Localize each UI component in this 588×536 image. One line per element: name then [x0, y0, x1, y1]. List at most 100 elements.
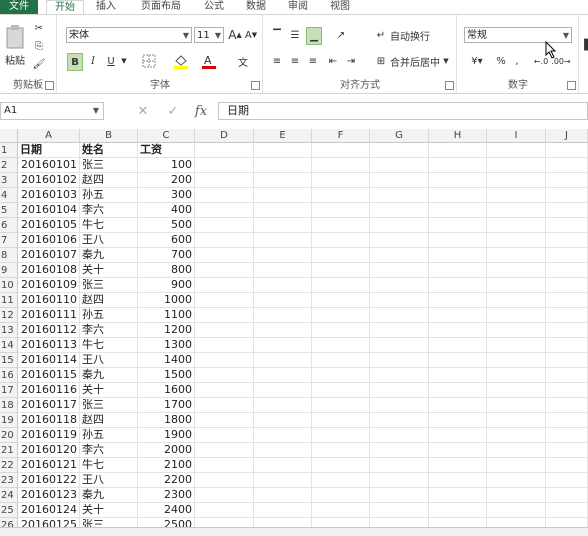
row-header[interactable]: 8	[0, 248, 18, 263]
empty-cell[interactable]	[195, 188, 254, 203]
empty-cell[interactable]	[195, 218, 254, 233]
empty-cell[interactable]	[254, 173, 312, 188]
empty-cell[interactable]	[312, 218, 370, 233]
empty-cell[interactable]	[429, 188, 487, 203]
empty-cell[interactable]	[429, 338, 487, 353]
font-size-combo[interactable]: 11 ▼	[194, 27, 224, 43]
table-cell[interactable]: 秦九	[80, 368, 138, 383]
table-cell[interactable]: 2100	[138, 458, 195, 473]
wrap-text-button[interactable]: 自动换行	[390, 27, 436, 43]
decrease-indent-icon[interactable]: ⇤	[326, 53, 340, 69]
paste-button[interactable]	[2, 21, 28, 53]
empty-cell[interactable]	[370, 473, 429, 488]
empty-cell[interactable]	[254, 398, 312, 413]
empty-cell[interactable]	[312, 473, 370, 488]
row-header[interactable]: 20	[0, 428, 18, 443]
empty-cell[interactable]	[487, 473, 546, 488]
empty-cell[interactable]	[487, 143, 546, 158]
empty-cell[interactable]	[546, 458, 588, 473]
tab-review[interactable]: 审阅	[282, 0, 314, 14]
empty-cell[interactable]	[546, 173, 588, 188]
empty-cell[interactable]	[254, 488, 312, 503]
empty-cell[interactable]	[195, 428, 254, 443]
column-header-d[interactable]: D	[195, 129, 254, 143]
empty-cell[interactable]	[546, 143, 588, 158]
name-box[interactable]: A1 ▼	[0, 102, 104, 120]
empty-cell[interactable]	[487, 503, 546, 518]
empty-cell[interactable]	[312, 353, 370, 368]
empty-cell[interactable]	[429, 173, 487, 188]
empty-cell[interactable]	[312, 443, 370, 458]
empty-cell[interactable]	[487, 458, 546, 473]
conditional-format-icon[interactable]: ▐	[580, 25, 588, 65]
cut-icon[interactable]: ✂	[32, 21, 46, 35]
table-cell[interactable]: 20160107	[18, 248, 80, 263]
row-header[interactable]: 9	[0, 263, 18, 278]
empty-cell[interactable]	[370, 233, 429, 248]
empty-cell[interactable]	[195, 278, 254, 293]
row-header[interactable]: 14	[0, 338, 18, 353]
empty-cell[interactable]	[195, 203, 254, 218]
table-cell[interactable]: 20160110	[18, 293, 80, 308]
tab-file[interactable]: 文件	[0, 0, 38, 14]
table-cell[interactable]: 800	[138, 263, 195, 278]
empty-cell[interactable]	[546, 428, 588, 443]
table-cell[interactable]: 600	[138, 233, 195, 248]
empty-cell[interactable]	[546, 188, 588, 203]
empty-cell[interactable]	[195, 233, 254, 248]
empty-cell[interactable]	[195, 293, 254, 308]
table-cell[interactable]: 20160114	[18, 353, 80, 368]
empty-cell[interactable]	[195, 458, 254, 473]
table-cell[interactable]: 1400	[138, 353, 195, 368]
table-cell[interactable]: 赵四	[80, 173, 138, 188]
empty-cell[interactable]	[254, 413, 312, 428]
row-header[interactable]: 15	[0, 353, 18, 368]
empty-cell[interactable]	[487, 428, 546, 443]
empty-cell[interactable]	[370, 158, 429, 173]
table-cell[interactable]: 20160105	[18, 218, 80, 233]
empty-cell[interactable]	[546, 263, 588, 278]
font-launcher[interactable]	[251, 81, 260, 90]
table-cell[interactable]: 20160104	[18, 203, 80, 218]
table-cell[interactable]: 20160102	[18, 173, 80, 188]
empty-cell[interactable]	[312, 158, 370, 173]
table-cell[interactable]: 500	[138, 218, 195, 233]
row-header[interactable]: 2	[0, 158, 18, 173]
empty-cell[interactable]	[429, 488, 487, 503]
align-center-icon[interactable]: ≡	[288, 53, 302, 69]
column-header-e[interactable]: E	[254, 129, 312, 143]
empty-cell[interactable]	[546, 383, 588, 398]
font-name-combo[interactable]: 宋体 ▼	[66, 27, 192, 43]
empty-cell[interactable]	[195, 158, 254, 173]
table-cell[interactable]: 张三	[80, 158, 138, 173]
table-cell[interactable]: 20160122	[18, 473, 80, 488]
bold-button[interactable]: B	[67, 53, 83, 71]
row-header[interactable]: 13	[0, 323, 18, 338]
tab-insert[interactable]: 插入	[90, 0, 122, 14]
tab-view[interactable]: 视图	[324, 0, 356, 14]
row-header[interactable]: 11	[0, 293, 18, 308]
empty-cell[interactable]	[546, 233, 588, 248]
empty-cell[interactable]	[254, 338, 312, 353]
empty-cell[interactable]	[254, 293, 312, 308]
table-cell[interactable]: 2000	[138, 443, 195, 458]
empty-cell[interactable]	[429, 248, 487, 263]
table-cell[interactable]: 李六	[80, 203, 138, 218]
alignment-launcher[interactable]	[445, 81, 454, 90]
empty-cell[interactable]	[370, 488, 429, 503]
empty-cell[interactable]	[254, 458, 312, 473]
empty-cell[interactable]	[254, 323, 312, 338]
table-cell[interactable]: 2300	[138, 488, 195, 503]
empty-cell[interactable]	[370, 338, 429, 353]
wrap-text-icon[interactable]: ↵	[374, 27, 388, 43]
empty-cell[interactable]	[195, 413, 254, 428]
empty-cell[interactable]	[312, 488, 370, 503]
table-cell[interactable]: 关十	[80, 383, 138, 398]
empty-cell[interactable]	[195, 308, 254, 323]
table-cell[interactable]: 孙五	[80, 188, 138, 203]
row-header[interactable]: 22	[0, 458, 18, 473]
empty-cell[interactable]	[254, 368, 312, 383]
chevron-down-icon[interactable]: ▼	[120, 53, 128, 69]
empty-cell[interactable]	[370, 143, 429, 158]
empty-cell[interactable]	[195, 473, 254, 488]
